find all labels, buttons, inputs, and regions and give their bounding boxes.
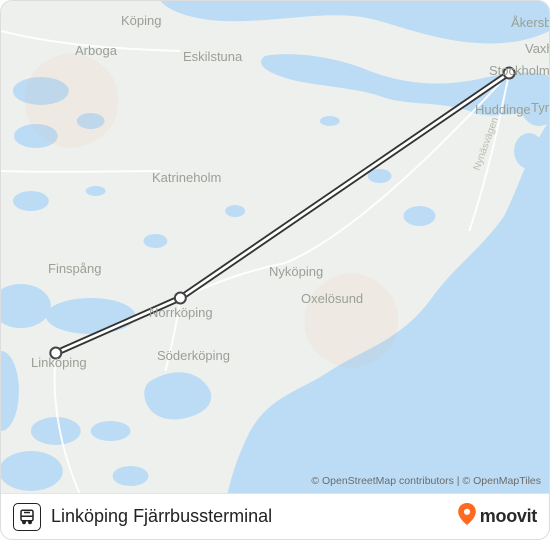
city-label-norrkoping: Norrköping	[149, 305, 213, 320]
pin-icon	[458, 503, 476, 530]
city-label-akersb: Åkersb	[511, 15, 550, 30]
city-label-oxelosund: Oxelösund	[301, 291, 363, 306]
city-label-soderkoping: Söderköping	[157, 348, 230, 363]
city-label-eskilstuna: Eskilstuna	[183, 49, 242, 64]
map-attribution: © OpenStreetMap contributors | © OpenMap…	[311, 475, 541, 487]
city-label-huddinge: Huddinge	[475, 102, 531, 117]
destination-label: Linköping Fjärrbussterminal	[51, 506, 448, 527]
city-label-koping: Köping	[121, 13, 161, 28]
bottom-bar: Linköping Fjärrbussterminal moovit	[1, 493, 549, 539]
city-label-linkoping: Linköping	[31, 355, 87, 370]
map-card: Nynäsvägen ⬤ ⬤ Köping Åkersb Arboga Eski…	[0, 0, 550, 540]
route-stop-norrkoping[interactable]	[175, 293, 186, 304]
bus-icon	[13, 503, 41, 531]
city-label-tyre: Tyre	[531, 100, 550, 115]
city-label-stockholm: Stockholm	[489, 63, 550, 78]
brand-logo[interactable]: moovit	[458, 503, 537, 530]
city-label-vaxh: Vaxh	[525, 41, 550, 56]
city-label-arboga: Arboga	[75, 43, 117, 58]
bus-icon-svg	[18, 508, 36, 526]
city-label-katrineholm: Katrineholm	[152, 170, 221, 185]
city-label-finspang: Finspång	[48, 261, 101, 276]
city-label-nykoping: Nyköping	[269, 264, 323, 279]
map-viewport[interactable]: Nynäsvägen ⬤ ⬤ Köping Åkersb Arboga Eski…	[1, 1, 549, 539]
brand-text: moovit	[480, 506, 537, 527]
